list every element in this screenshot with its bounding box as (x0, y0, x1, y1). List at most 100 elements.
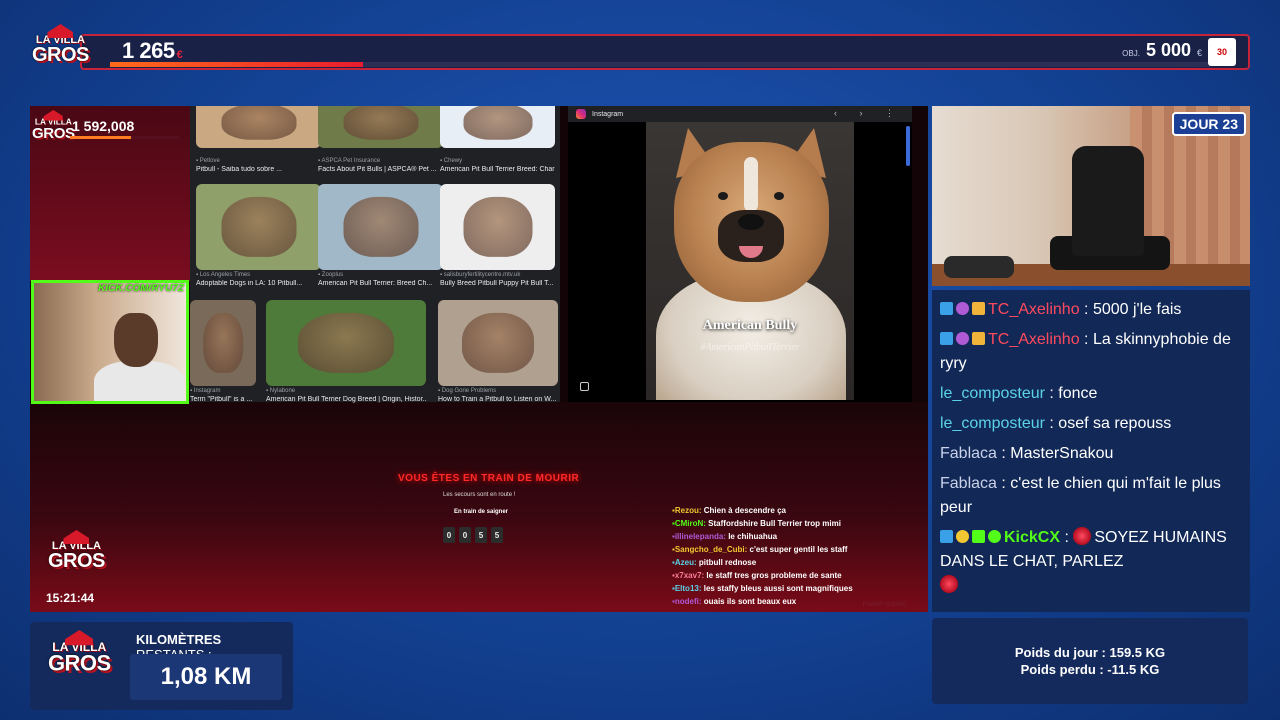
image-thumbnail[interactable] (196, 184, 321, 270)
game-chat-line: ▪Azeu: pitbull rednose (672, 556, 912, 569)
image-thumbnail[interactable] (438, 300, 558, 386)
screen-logo: LA VILLA GROS (48, 530, 105, 571)
room-camera: JOUR 23 (932, 106, 1250, 286)
donation-progress-track (110, 62, 1210, 67)
mini-count: 1 592,008 (72, 118, 135, 134)
image-title[interactable]: Pitbull - Saiba tudo sobre ... (196, 166, 321, 173)
house-icon (43, 110, 64, 121)
emote-icon (940, 575, 958, 593)
chat-username[interactable]: Fablaca (940, 475, 997, 492)
chat-username[interactable]: TC_Axelinho (988, 331, 1080, 348)
image-search-results: ▪ Petlove Pitbull - Saiba tudo sobre ... ▪… (190, 106, 560, 403)
house-icon (47, 24, 74, 38)
chat-username[interactable]: le_composteur (940, 415, 1045, 432)
donation-progress-fill (110, 62, 363, 67)
chat-username[interactable]: KickCX (1004, 529, 1060, 546)
chat-message: TC_Axelinho : La skinnyphobie de ryry (940, 331, 1231, 372)
game-chat-line: ▪Elto13: les staffy bleus aussi sont mag… (672, 582, 912, 595)
game-chat-user: ▪illinelepanda: (672, 532, 729, 541)
house-icon (63, 530, 90, 544)
bleeding-timer: 0 0 5 5 (443, 527, 503, 543)
arrow-badge-icon (940, 302, 953, 315)
money-badge-icon (972, 530, 985, 543)
chat-username[interactable]: Fablaca (940, 445, 997, 462)
image-title[interactable]: Facts About Pit Bulls | ASPCA® Pet ... (318, 166, 443, 173)
image-source: ▪ Chewy (440, 158, 463, 164)
in-game-chat: ▪Rezou: Chien à descendre ça ▪CMiroN: Sta… (672, 504, 912, 608)
dog-icon (343, 106, 418, 141)
chat-username[interactable]: TC_Axelinho (988, 301, 1080, 318)
weight-panel: Poids du jour : 159.5 KG Poids perdu : -… (932, 618, 1248, 704)
image-thumbnail[interactable] (440, 184, 555, 270)
game-chat-text: c'est super gentil les staff (749, 545, 848, 554)
image-title[interactable]: American Pit Bull Terrier Dog Breed | Or… (266, 396, 426, 403)
z-badge-icon (956, 302, 969, 315)
image-thumbnail[interactable] (318, 106, 443, 148)
image-source: ▪ Los Angeles Times (196, 272, 251, 278)
game-chat-user: ▪Azeu: (672, 558, 699, 567)
bleeding-label: En train de saigner (454, 509, 509, 515)
mini-overlay: LA VILLA GROS 1 592,008 (30, 106, 190, 281)
game-chat-text: les staffy bleus aussi sont magnifiques (703, 584, 853, 593)
live-chat: TC_Axelinho : 5000 j'le fais TC_Axelinho … (932, 290, 1250, 612)
lens-icon[interactable] (580, 382, 589, 391)
image-title[interactable]: How to Train a Pitbull to Listen on W... (438, 396, 558, 403)
km-logo: LA VILLA GROS (48, 630, 111, 675)
chat-text: MasterSnakou (1010, 445, 1114, 462)
chat-text: 5000 j'le fais (1092, 301, 1182, 318)
weight-today: Poids du jour : 159.5 KG (1014, 645, 1166, 660)
dog-icon (463, 196, 532, 258)
photo-caption: American Bully (702, 318, 798, 333)
image-thumbnail[interactable] (440, 106, 555, 148)
photo-hashtag: #AmericanPitbullTerrier (700, 342, 800, 353)
image-title[interactable]: Adoptable Dogs in LA: 10 Pitbull... (196, 280, 321, 287)
game-chat-text: le staff tres gros probleme de sante (706, 571, 842, 580)
mini-progress (70, 136, 180, 139)
chat-username[interactable]: le_composteur (940, 385, 1045, 402)
image-title[interactable]: American Pit Bull Terrier Breed: Charact… (440, 166, 555, 173)
chat-message: le_composteur : osef sa repouss (940, 415, 1172, 432)
image-title[interactable]: Bully Breed Pitbull Puppy Pit Bull T... (440, 280, 555, 287)
image-thumbnail[interactable] (266, 300, 426, 386)
image-thumbnail[interactable] (190, 300, 256, 386)
scrollbar[interactable] (906, 126, 910, 166)
game-chat-user: ▪CMiroN: (672, 519, 709, 528)
image-viewer[interactable]: Instagram ‹ › ⋮ American Bully #American… (568, 106, 912, 402)
image-source: ▪ ASPCA Pet Insurance (318, 158, 381, 164)
km-panel: LA VILLA GROS KILOMÈTRES RESTANTS : 1,08… (30, 622, 293, 710)
game-chat-text: Chien à descendre ça (703, 506, 786, 515)
image-source: ▪ Dog Gone Problems (438, 388, 497, 394)
image-source: ▪ salisburyfertilitycentre.mtv.uk (440, 272, 521, 278)
image-thumbnail[interactable] (196, 106, 321, 148)
bleeding-title: VOUS ÊTES EN TRAIN DE MOURIR (398, 473, 580, 484)
game-chat-user: ▪nodefi: (672, 597, 704, 606)
arrow-badge-icon (940, 530, 953, 543)
house-icon (64, 630, 94, 646)
game-chat-line: ▪Rezou: Chien à descendre ça (672, 504, 912, 517)
dog-photo[interactable]: American Bully #AmericanPitbullTerrier (646, 122, 854, 400)
chat-text: osef sa repouss (1058, 415, 1172, 432)
game-chat-text: pitbull rednose (698, 558, 757, 567)
dog-icon (462, 312, 534, 374)
dog-icon (221, 196, 296, 258)
game-chat-text: ouais ils sont beaux eux (703, 597, 797, 606)
z-badge-icon (956, 332, 969, 345)
gift-badge-icon (972, 302, 985, 315)
image-thumbnail[interactable] (318, 184, 443, 270)
dog-icon (221, 106, 296, 141)
chat-message: Fablaca : MasterSnakou (940, 445, 1114, 462)
image-source: ▪ Zooplus (318, 272, 344, 278)
gaming-chair (1072, 146, 1144, 256)
game-chat-line: ▪Sangcho_de_Cubi: c'est super gentil les… (672, 543, 912, 556)
chat-text: fonce (1058, 385, 1098, 402)
km-value-box: 1,08 KM (130, 654, 282, 700)
image-title[interactable]: Term "Pitbull" is a ... (190, 396, 256, 403)
gift-badge-icon (972, 332, 985, 345)
arrow-badge-icon (940, 332, 953, 345)
image-title[interactable]: American Pit Bull Terrier: Breed Ch... (318, 280, 443, 287)
chat-message: le_composteur : fonce (940, 385, 1098, 402)
goal-badge-icon: 30 (1208, 38, 1236, 66)
streamer-webcam: KICK.COM/RYU7Z (31, 280, 189, 404)
viewer-nav-arrows-icon[interactable]: ‹ › ⋮ (834, 108, 904, 119)
game-chat-line: ▪illinelepanda: le chihuahua (672, 530, 912, 543)
